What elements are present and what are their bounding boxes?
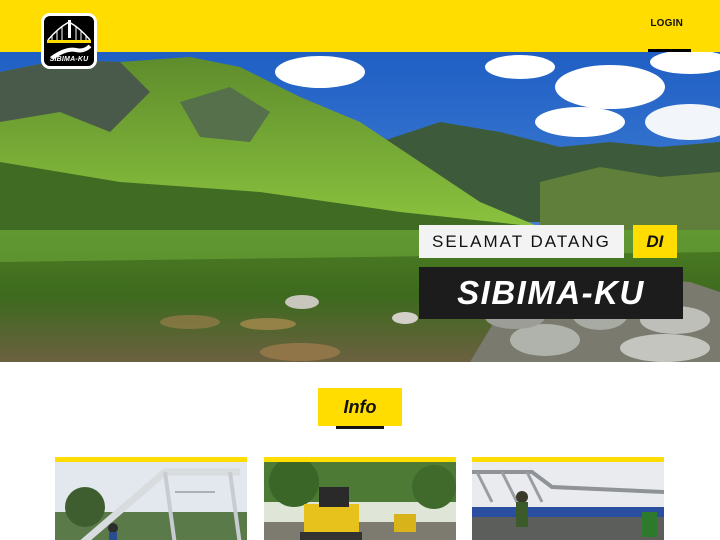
welcome-banner: SELAMAT DATANG DI <box>419 225 677 258</box>
info-underline <box>336 426 384 429</box>
welcome-di: DI <box>632 225 677 258</box>
login-link[interactable]: LOGIN <box>650 18 683 29</box>
info-card-1[interactable] <box>55 457 247 540</box>
info-card-2[interactable] <box>264 457 456 540</box>
header-bar: LOGIN <box>0 0 720 52</box>
logo-text: SIBIMA-KU <box>49 56 89 63</box>
hero-slider[interactable]: SELAMAT DATANG DI SIBIMA-KU <box>0 52 720 362</box>
welcome-text: SELAMAT DATANG <box>419 225 624 258</box>
brand-title: SIBIMA-KU <box>419 267 683 319</box>
steel-bridge-photo-icon <box>472 462 664 540</box>
info-card-3[interactable] <box>472 457 664 540</box>
site-logo[interactable]: SIBIMA-KU <box>41 13 97 69</box>
bridge-photo-icon <box>55 462 247 540</box>
road-construction-photo-icon <box>264 462 456 540</box>
info-heading: Info <box>318 388 402 426</box>
